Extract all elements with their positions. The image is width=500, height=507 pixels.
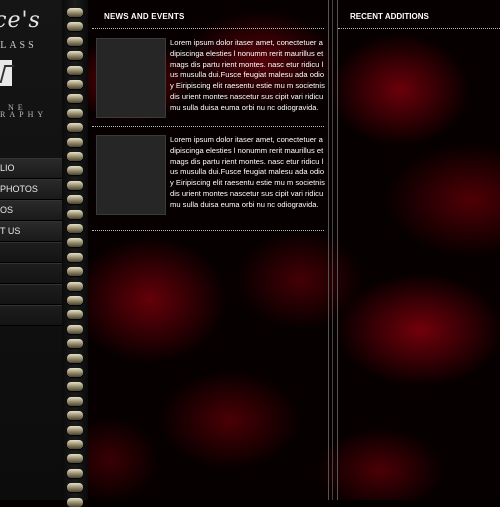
- binding-ring-icon: [67, 267, 83, 276]
- left-sidebar: ace's GLASS NE RAPHY LIO PHOTOS OS T US: [0, 0, 62, 500]
- menu-item-contact[interactable]: T US: [0, 221, 62, 242]
- menu-item-portfolio[interactable]: LIO: [0, 158, 62, 179]
- binding-ring-icon: [67, 51, 83, 60]
- news-thumbnail[interactable]: [96, 135, 166, 215]
- binding-ring-icon: [67, 138, 83, 147]
- binding-ring-icon: [67, 426, 83, 435]
- brand-tagline-line2: RAPHY: [0, 110, 48, 119]
- binding-ring-icon: [67, 354, 83, 363]
- nav-menu: LIO PHOTOS OS T US: [0, 158, 62, 326]
- brand-subtitle: GLASS: [0, 40, 37, 51]
- binding-ring-icon: [67, 483, 83, 492]
- column-divider: [328, 0, 338, 500]
- menu-item-empty: [0, 284, 62, 305]
- news-text: Lorem ipsum dolor itaser amet, conectetu…: [170, 135, 325, 209]
- binding-ring-icon: [67, 469, 83, 478]
- binding-ring-icon: [67, 66, 83, 75]
- binding-ring-icon: [67, 253, 83, 262]
- binding-ring-icon: [67, 210, 83, 219]
- binding-ring-icon: [67, 411, 83, 420]
- binding-ring-icon: [67, 195, 83, 204]
- divider: [92, 230, 324, 231]
- binding-ring-icon: [67, 8, 83, 17]
- binding-ring-icon: [67, 123, 83, 132]
- menu-item-about[interactable]: OS: [0, 200, 62, 221]
- binding-ring-icon: [67, 498, 83, 507]
- binding-ring-icon: [67, 382, 83, 391]
- news-title: NEWS AND EVENTS: [104, 12, 185, 21]
- binding-ring-icon: [67, 22, 83, 31]
- binding-ring-icon: [67, 440, 83, 449]
- binding-ring-icon: [67, 181, 83, 190]
- menu-item-empty: [0, 242, 62, 263]
- binding-ring-icon: [67, 37, 83, 46]
- logo-figure-icon: [0, 60, 12, 86]
- news-thumbnail[interactable]: [96, 38, 166, 118]
- divider: [92, 28, 324, 29]
- divider: [338, 28, 500, 29]
- brand-name: ace's: [0, 8, 41, 33]
- logo[interactable]: ace's GLASS NE RAPHY: [0, 0, 62, 150]
- binding-ring-icon: [67, 454, 83, 463]
- binding-ring-icon: [67, 368, 83, 377]
- binding-ring-icon: [67, 94, 83, 103]
- binding-ring-icon: [67, 325, 83, 334]
- binding-ring-icon: [67, 80, 83, 89]
- binding-ring-icon: [67, 166, 83, 175]
- divider: [92, 126, 324, 127]
- recent-column: RECENT ADDITIONS: [338, 0, 500, 500]
- news-column: NEWS AND EVENTS Lorem ipsum dolor itaser…: [90, 0, 328, 500]
- spiral-binding: [62, 0, 88, 507]
- menu-item-empty: [0, 305, 62, 326]
- binding-ring-icon: [67, 224, 83, 233]
- menu-item-photos[interactable]: PHOTOS: [0, 179, 62, 200]
- binding-ring-icon: [67, 109, 83, 118]
- binding-ring-icon: [67, 152, 83, 161]
- binding-ring-icon: [67, 282, 83, 291]
- binding-ring-icon: [67, 238, 83, 247]
- binding-ring-icon: [67, 310, 83, 319]
- news-text: Lorem ipsum dolor itaser amet, conectetu…: [170, 38, 325, 112]
- binding-ring-icon: [67, 296, 83, 305]
- binding-ring-icon: [67, 397, 83, 406]
- menu-item-empty: [0, 263, 62, 284]
- recent-title: RECENT ADDITIONS: [350, 12, 429, 21]
- binding-ring-icon: [67, 339, 83, 348]
